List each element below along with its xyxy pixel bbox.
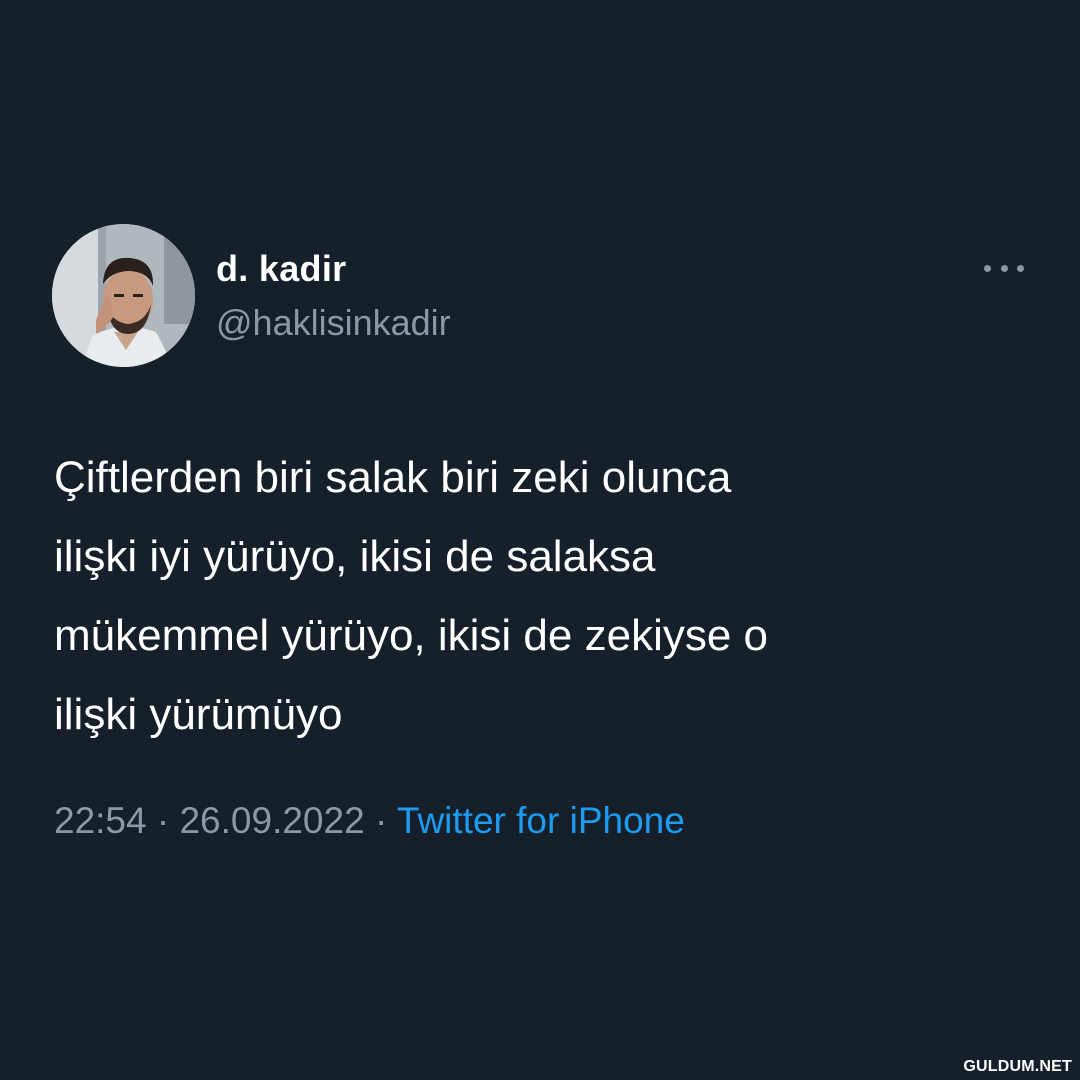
meta-separator: · bbox=[156, 800, 170, 841]
tweet-time[interactable]: 22:54 bbox=[54, 800, 147, 841]
tweet-text: Çiftlerden biri salak biri zeki olunca i… bbox=[54, 438, 1014, 754]
more-options-icon bbox=[984, 264, 991, 272]
meta-separator: · bbox=[374, 800, 388, 841]
avatar[interactable] bbox=[52, 224, 195, 367]
tweet-text-line: Çiftlerden biri salak biri zeki olunca bbox=[54, 453, 732, 502]
more-options-icon-dot bbox=[1017, 264, 1024, 272]
more-options-icon-dot bbox=[1000, 264, 1008, 272]
tweet-card: d. kadir @haklisinkadir Çiftlerden biri … bbox=[0, 0, 1080, 1080]
tweet-source-link[interactable]: Twitter for iPhone bbox=[397, 800, 685, 841]
tweet-metadata: 22:54 · 26.09.2022 · Twitter for iPhone bbox=[54, 800, 685, 842]
tweet-text-line: ilişki yürümüyo bbox=[54, 690, 343, 739]
watermark: GULDUM.NET bbox=[963, 1058, 1072, 1075]
tweet-date[interactable]: 26.09.2022 bbox=[179, 800, 364, 841]
tweet-text-line: mükemmel yürüyo, ikisi de zekiyse o bbox=[54, 611, 769, 660]
display-name[interactable]: d. kadir bbox=[216, 248, 346, 290]
more-options-button[interactable] bbox=[984, 256, 1024, 280]
user-profile-photo-icon bbox=[52, 224, 195, 367]
user-handle[interactable]: @haklisinkadir bbox=[216, 302, 451, 344]
tweet-text-line: ilişki iyi yürüyo, ikisi de salaksa bbox=[54, 532, 656, 581]
